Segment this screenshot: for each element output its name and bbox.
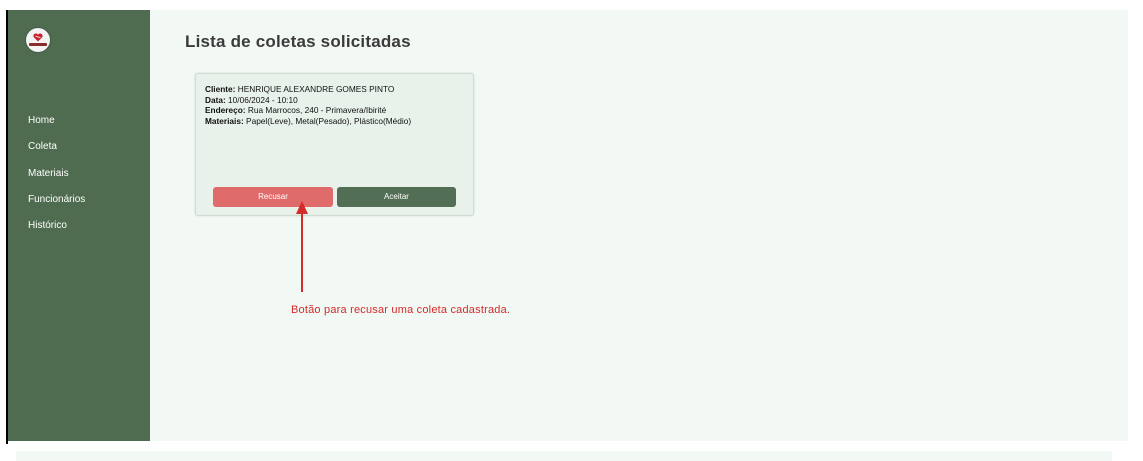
materials-line: Materiais: Papel(Leve), Metal(Pesado), P… [205, 116, 411, 127]
annotation-arrow-icon [296, 201, 308, 292]
address-value: Rua Marrocos, 240 - Primavera/Ibirité [245, 105, 387, 115]
sidebar-item-funcionarios[interactable]: Funcionários [28, 194, 85, 220]
heart-logo-icon [33, 33, 43, 42]
sidebar-item-home[interactable]: Home [28, 115, 85, 141]
client-value: HENRIQUE ALEXANDRE GOMES PINTO [235, 84, 395, 94]
materials-value: Papel(Leve), Metal(Pesado), Plástico(Méd… [243, 115, 412, 126]
logo[interactable] [26, 28, 50, 52]
sidebar-nav: Home Coleta Materiais Funcionários Histó… [28, 115, 85, 246]
sidebar-item-materiais[interactable]: Materiais [28, 168, 85, 194]
refuse-button[interactable]: Recusar [213, 187, 333, 207]
sidebar-item-historico[interactable]: Histórico [28, 220, 85, 246]
bottom-strip [16, 451, 1112, 461]
annotation-text: Botão para recusar uma coleta cadastrada… [291, 304, 511, 316]
address-line: Endereço: Rua Marrocos, 240 - Primavera/… [205, 105, 411, 116]
date-label: Data: [205, 94, 226, 105]
sidebar: Home Coleta Materiais Funcionários Histó… [8, 10, 150, 441]
address-label: Endereço: [205, 105, 246, 115]
client-line: Cliente: HENRIQUE ALEXANDRE GOMES PINTO [205, 84, 411, 95]
materials-label: Materiais: [205, 115, 244, 126]
date-line: Data: 10/06/2024 - 10:10 [205, 95, 411, 106]
sidebar-item-coleta[interactable]: Coleta [28, 141, 85, 167]
collection-details: Cliente: HENRIQUE ALEXANDRE GOMES PINTO … [205, 84, 411, 126]
logo-wordmark [29, 43, 47, 46]
date-value: 10/06/2024 - 10:10 [225, 94, 298, 105]
page-title: Lista de coletas solicitadas [185, 32, 411, 51]
app-window: Home Coleta Materiais Funcionários Histó… [0, 0, 1143, 461]
client-label: Cliente: [205, 84, 236, 94]
accept-button[interactable]: Aceitar [337, 187, 456, 207]
collection-card: Cliente: HENRIQUE ALEXANDRE GOMES PINTO … [195, 73, 474, 216]
